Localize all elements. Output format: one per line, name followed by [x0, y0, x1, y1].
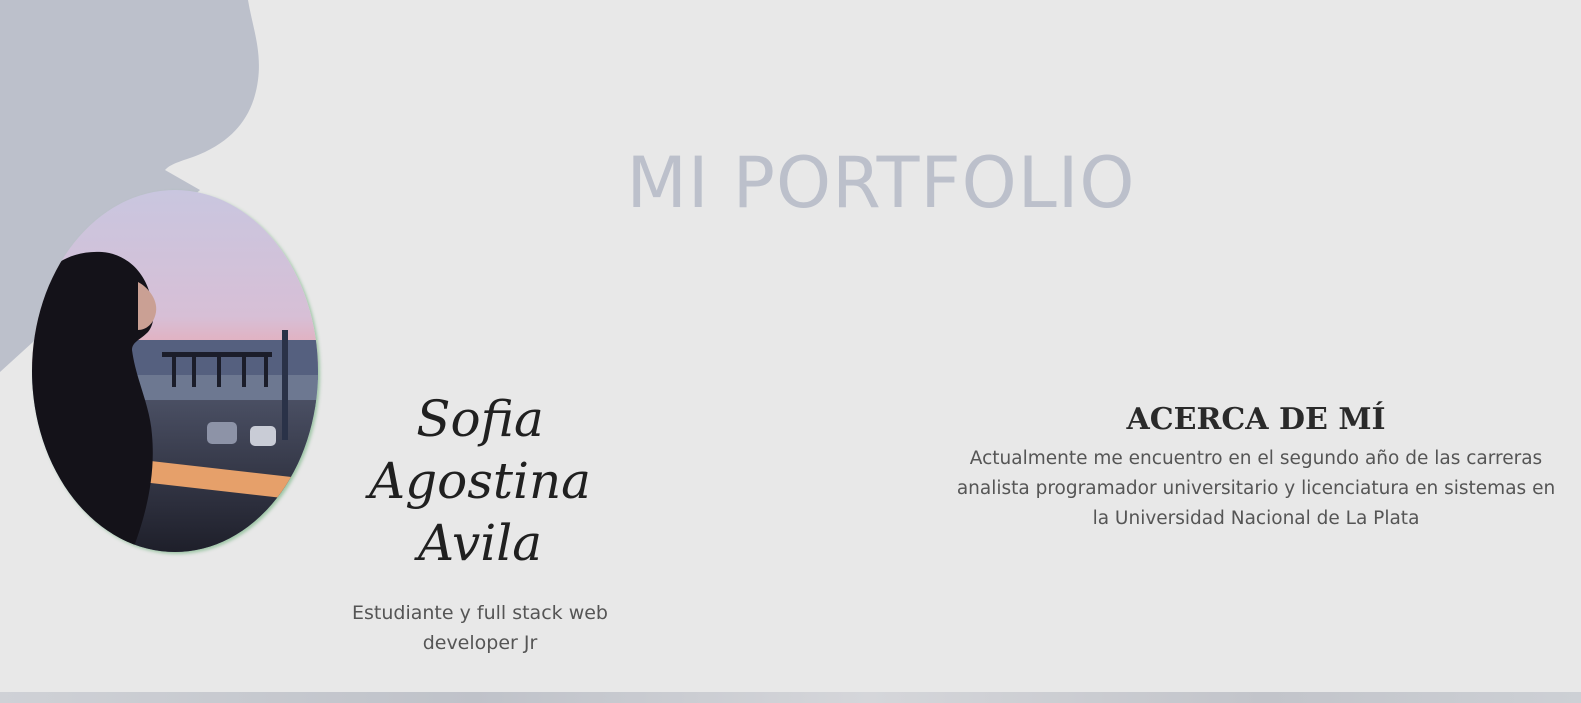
profile-photo	[32, 190, 318, 552]
profile-name-last: Avila	[417, 514, 543, 572]
page-title: MI PORTFOLIO	[626, 142, 1136, 224]
about-title: ACERCA DE MÍ	[1126, 402, 1386, 437]
profile-role: Estudiante y full stack web developer Jr	[352, 602, 608, 654]
profile-name-first: Sofia	[416, 390, 544, 448]
profile-name: Sofia Agostina Avila	[320, 388, 640, 574]
profile-name-middle: Agostina	[369, 452, 591, 510]
portfolio-page: MI PORTFOLIO Sofia Agostina Avila Estudi…	[0, 0, 1581, 703]
profile-photo-image	[32, 190, 318, 552]
about-text: Actualmente me encuentro en el segundo a…	[956, 448, 1556, 529]
bottom-section-edge	[0, 692, 1581, 703]
